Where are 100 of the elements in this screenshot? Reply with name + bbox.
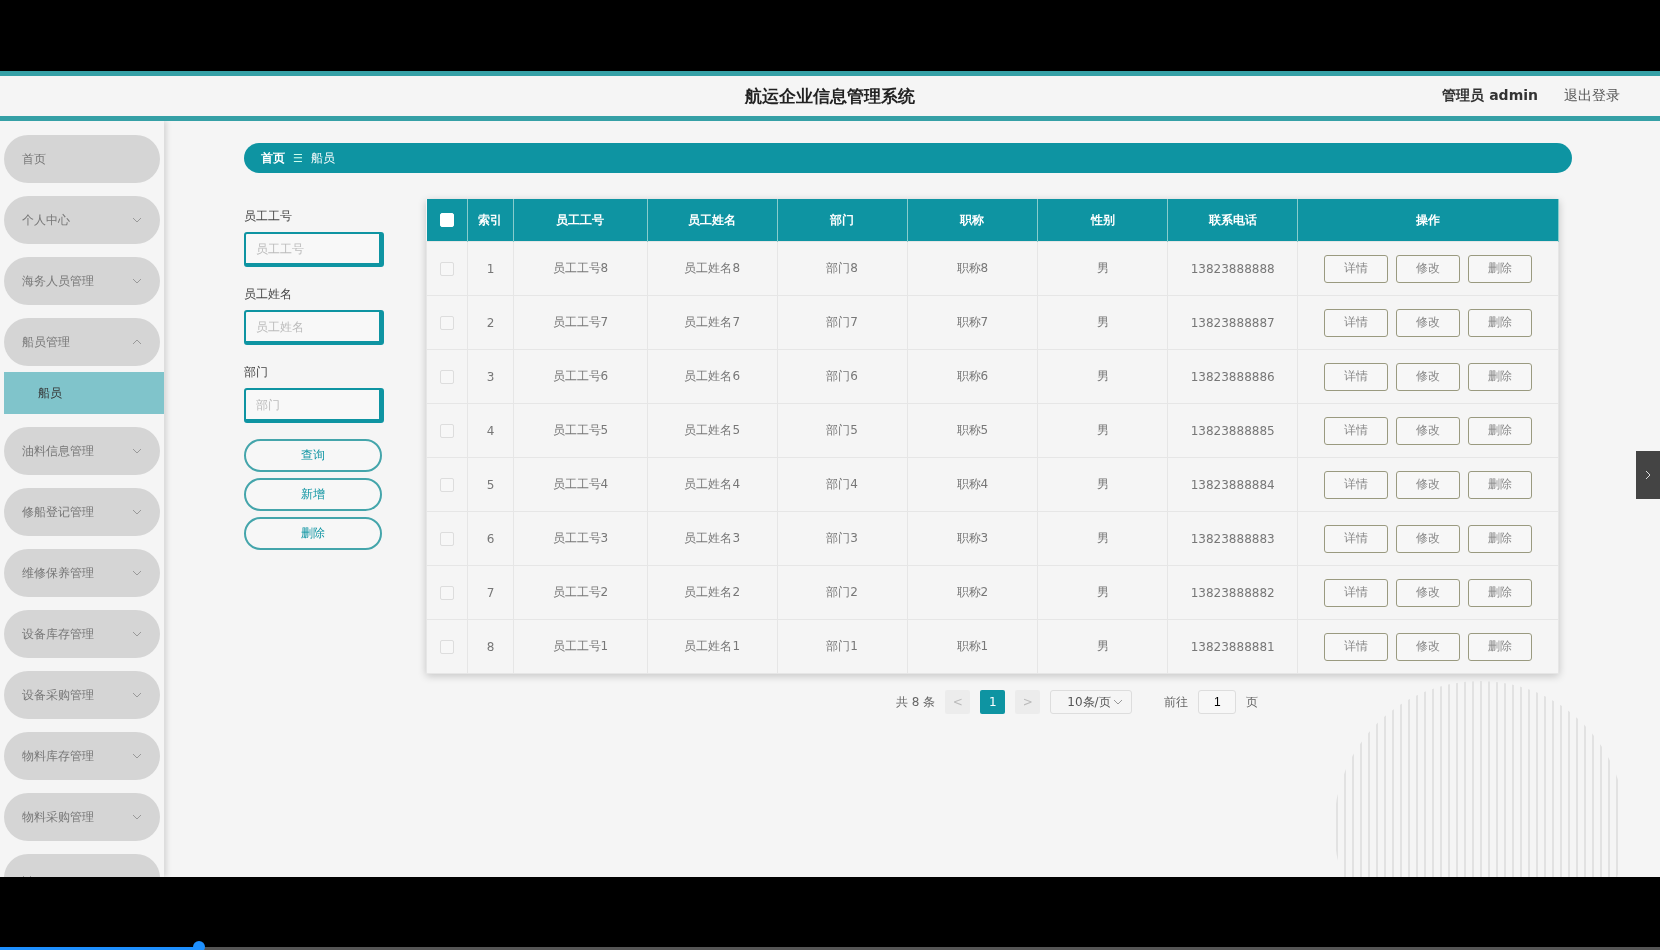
sidebar-item[interactable]: 个人中心 [4, 196, 160, 244]
row-action-button[interactable]: 详情 [1324, 632, 1389, 661]
table-cell: 4 [467, 403, 514, 458]
table-cell: 13823888882 [1167, 565, 1298, 620]
table-cell: 1 [467, 241, 514, 296]
row-action-button[interactable]: 修改 [1396, 470, 1461, 499]
sidebar-item[interactable]: 设备库存管理 [4, 610, 160, 658]
action-button[interactable]: 删除 [244, 517, 382, 550]
sidebar-item[interactable]: 首页 [4, 135, 160, 183]
filter-field[interactable]: 部门 [244, 388, 384, 423]
table-cell: 员工工号6 [513, 349, 648, 404]
table-cell: 男 [1037, 295, 1168, 350]
row-action-button[interactable]: 修改 [1396, 632, 1461, 661]
sidebar-item[interactable]: 海务人员管理 [4, 257, 160, 305]
table-cell: 13823888884 [1167, 457, 1298, 512]
sidebar-item[interactable]: 维修保养管理 [4, 549, 160, 597]
row-action-button[interactable]: 删除 [1468, 578, 1533, 607]
table-cell: 职称4 [907, 457, 1038, 512]
table-cell: 6 [467, 511, 514, 566]
column-header: 部门 [777, 199, 907, 242]
breadcrumb-home[interactable]: 首页 [261, 149, 285, 167]
table-cell: 部门6 [777, 349, 907, 404]
sidebar-item[interactable]: 修船登记管理 [4, 488, 160, 536]
row-action-button[interactable]: 详情 [1324, 524, 1389, 553]
row-checkbox[interactable] [440, 585, 454, 600]
table-cell: 部门1 [777, 619, 907, 674]
logout-link[interactable]: 退出登录 [1564, 87, 1620, 105]
table-cell: 员工工号7 [513, 295, 648, 350]
page-size-select[interactable]: 10条/页 [1050, 690, 1133, 714]
table-cell: 13823888887 [1167, 295, 1298, 350]
action-button[interactable]: 新增 [244, 478, 382, 511]
table-cell: 部门4 [777, 457, 907, 512]
action-button[interactable]: 查询 [244, 439, 382, 472]
table-cell: 员工姓名7 [647, 295, 778, 350]
table-cell: 男 [1037, 403, 1168, 458]
table-cell: 员工姓名4 [647, 457, 778, 512]
row-action-button[interactable]: 修改 [1396, 578, 1461, 607]
column-header: 操作 [1297, 199, 1559, 242]
row-checkbox[interactable] [440, 423, 454, 438]
row-action-button[interactable]: 详情 [1324, 578, 1389, 607]
select-all-checkbox[interactable] [439, 213, 454, 228]
table-cell: 员工工号3 [513, 511, 648, 566]
table-cell: 男 [1037, 565, 1168, 620]
row-action-button[interactable]: 修改 [1396, 416, 1461, 445]
row-action-button[interactable]: 删除 [1468, 254, 1533, 283]
row-action-button[interactable]: 删除 [1468, 308, 1533, 337]
table-cell: 13823888888 [1167, 241, 1298, 296]
filter-label: 部门 [244, 364, 269, 381]
sidebar-item[interactable]: 设备采购管理 [4, 671, 160, 719]
chevron-down-icon [1113, 699, 1124, 705]
table-cell: 职称5 [907, 403, 1038, 458]
table-cell: 职称2 [907, 565, 1038, 620]
table-cell: 部门8 [777, 241, 907, 296]
row-action-button[interactable]: 修改 [1396, 362, 1461, 391]
row-action-button[interactable]: 修改 [1396, 308, 1461, 337]
table-cell: 职称7 [907, 295, 1038, 350]
row-checkbox[interactable] [440, 315, 454, 330]
progress-knob[interactable] [193, 941, 206, 950]
total-count: 共 8 条 [896, 693, 936, 711]
table-cell: 13823888883 [1167, 511, 1298, 566]
row-action-button[interactable]: 修改 [1396, 254, 1461, 283]
table-cell: 员工工号8 [513, 241, 648, 296]
row-action-button[interactable]: 详情 [1324, 470, 1389, 499]
row-action-button[interactable]: 删除 [1468, 470, 1533, 499]
table-cell: 8 [467, 619, 514, 674]
table-cell: 13823888881 [1167, 619, 1298, 674]
table-cell: 部门2 [777, 565, 907, 620]
row-action-button[interactable]: 修改 [1396, 524, 1461, 553]
row-action-button[interactable]: 删除 [1468, 632, 1533, 661]
row-checkbox[interactable] [440, 639, 454, 654]
table-cell: 职称6 [907, 349, 1038, 404]
table-cell: 男 [1037, 457, 1168, 512]
filter-label: 员工姓名 [244, 286, 293, 303]
table-cell: 部门3 [777, 511, 907, 566]
sidebar-subitem[interactable]: 船员 [4, 372, 164, 414]
row-checkbox[interactable] [440, 531, 454, 546]
row-checkbox[interactable] [440, 369, 454, 384]
row-action-button[interactable]: 删除 [1468, 362, 1533, 391]
row-action-button[interactable]: 详情 [1324, 254, 1389, 283]
table-cell: 员工工号2 [513, 565, 648, 620]
goto-page-field[interactable]: 1 [1198, 690, 1237, 714]
row-action-button[interactable]: 详情 [1324, 362, 1389, 391]
sidebar-item[interactable]: 油料信息管理 [4, 427, 160, 475]
page-button[interactable]: 1 [980, 690, 1006, 714]
table-cell: 13823888886 [1167, 349, 1298, 404]
table-cell: 职称3 [907, 511, 1038, 566]
sidebar-item[interactable]: 船员管理 [4, 318, 160, 366]
chevron-right-icon [1645, 470, 1651, 480]
row-action-button[interactable]: 详情 [1324, 308, 1389, 337]
row-action-button[interactable]: 删除 [1468, 524, 1533, 553]
table-cell: 员工工号5 [513, 403, 648, 458]
table-cell: 男 [1037, 511, 1168, 566]
row-checkbox[interactable] [440, 477, 454, 492]
sidebar-item[interactable]: 物料库存管理 [4, 732, 160, 780]
sidebar-item[interactable]: 物料采购管理 [4, 793, 160, 841]
row-action-button[interactable]: 删除 [1468, 416, 1533, 445]
side-toggle-tab[interactable] [1636, 451, 1660, 499]
row-checkbox[interactable] [440, 261, 454, 276]
row-action-button[interactable]: 详情 [1324, 416, 1389, 445]
table-cell: 员工姓名5 [647, 403, 778, 458]
